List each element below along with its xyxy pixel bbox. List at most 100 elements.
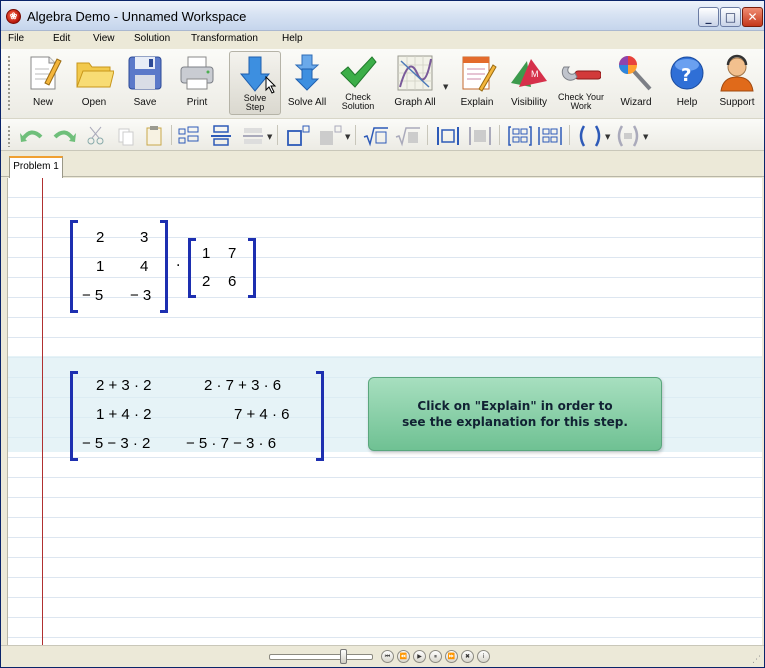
exponent-icon[interactable]: [285, 125, 311, 147]
matrix-a-cell: 1: [96, 258, 105, 275]
toolbar-grip[interactable]: [7, 55, 11, 111]
printer-icon: [180, 56, 214, 90]
solve-step-button[interactable]: Solve Step: [229, 51, 281, 115]
brackets-icon[interactable]: [615, 125, 641, 147]
visibility-button[interactable]: M Visibility: [504, 51, 554, 115]
open-label: Open: [81, 97, 107, 108]
first-step-icon[interactable]: ⏮: [381, 650, 394, 663]
step-matrix-cell: 7 + 4 · 6: [234, 406, 290, 423]
brackets-dropdown-icon[interactable]: ▼: [643, 133, 648, 141]
parentheses-dropdown-icon[interactable]: ▼: [605, 133, 610, 141]
info-icon[interactable]: i: [477, 650, 490, 663]
magic-wand-icon: [619, 56, 652, 91]
undo-icon[interactable]: [19, 125, 43, 147]
wizard-label: Wizard: [620, 97, 652, 108]
right-bracket: [160, 220, 168, 313]
solve-all-label: Solve All: [287, 97, 327, 108]
fast-forward-icon[interactable]: ⏩: [445, 650, 458, 663]
wizard-button[interactable]: Wizard: [613, 51, 659, 115]
transformation-toolbar: ▼ ▼ ▼ ▼: [1, 119, 764, 151]
play-icon[interactable]: ▶: [413, 650, 426, 663]
menu-transformation[interactable]: Transformation: [191, 33, 258, 44]
minimize-button[interactable]: _: [698, 7, 719, 27]
title-bar[interactable]: ❀ Algebra Demo - Unnamed Workspace _ □ ✕: [1, 1, 764, 31]
save-label: Save: [133, 97, 157, 108]
right-bracket: [248, 238, 256, 298]
redo-icon[interactable]: [53, 125, 77, 147]
graph-all-button[interactable]: Graph All: [389, 51, 441, 115]
matrix-icon[interactable]: [507, 125, 533, 147]
open-button[interactable]: Open: [71, 51, 117, 115]
support-button[interactable]: Support: [713, 51, 761, 115]
tab-strip: Problem 1: [1, 151, 764, 178]
matrix-a-cell: − 5: [82, 287, 104, 304]
fraction-icon[interactable]: [209, 125, 233, 147]
toolbar-separator: [499, 125, 500, 145]
matrix-b[interactable]: 1 7 2 6: [188, 238, 258, 298]
root-icon[interactable]: [363, 125, 389, 147]
copy-icon[interactable]: [115, 125, 137, 147]
resize-grip-icon[interactable]: ⋰: [752, 655, 761, 665]
tab-problem-1[interactable]: Problem 1: [9, 156, 63, 178]
matrix-b-cell: 2: [202, 273, 211, 290]
parentheses-icon[interactable]: [577, 125, 603, 147]
help-button[interactable]: ? Help: [665, 51, 709, 115]
step-slider-thumb[interactable]: [340, 649, 347, 664]
menu-bar: File Edit View Solution Transformation H…: [1, 31, 764, 49]
toolbar2-grip[interactable]: [7, 125, 11, 147]
fraction-dropdown-icon[interactable]: ▼: [267, 133, 272, 141]
matrix-a[interactable]: 2 3 1 4 − 5 − 3: [70, 220, 170, 315]
hint-line-2: see the explanation for this step.: [402, 415, 628, 429]
step-matrix[interactable]: 2 + 3 · 2 2 · 7 + 3 · 6 1 + 4 · 2 7 + 4 …: [70, 371, 328, 463]
rewind-icon[interactable]: ⏪: [397, 650, 410, 663]
stop-icon[interactable]: ✖: [461, 650, 474, 663]
math-workspace[interactable]: 2 3 1 4 − 5 − 3 · 1 7 2 6 2 + 3 · 2 2 · …: [7, 178, 762, 645]
solve-step-label: Solve Step: [243, 93, 267, 112]
step-slider-track[interactable]: [269, 654, 373, 660]
step-matrix-cell: − 5 · 7 − 3 · 6: [186, 435, 277, 452]
paste-icon[interactable]: [143, 125, 165, 147]
explain-label: Explain: [460, 97, 494, 108]
help-icon: ?: [670, 56, 704, 90]
maximize-button[interactable]: □: [720, 7, 741, 27]
step-matrix-cell: 2 + 3 · 2: [96, 377, 152, 394]
new-button[interactable]: New: [21, 51, 65, 115]
subscript-icon[interactable]: [317, 125, 343, 147]
check-solution-label: Check Solution: [341, 92, 375, 111]
new-label: New: [32, 97, 53, 108]
cut-icon[interactable]: [85, 125, 107, 147]
help-label: Help: [676, 97, 698, 108]
absolute-value-icon[interactable]: [435, 125, 461, 147]
menu-solution[interactable]: Solution: [134, 33, 170, 44]
solve-all-button[interactable]: Solve All: [283, 51, 331, 115]
menu-view[interactable]: View: [93, 33, 115, 44]
floppy-disk-icon: [128, 56, 162, 90]
insert-row-icon[interactable]: [177, 125, 201, 147]
wrench-icon: [561, 66, 601, 81]
main-toolbar: New Open Save Print Solve Step Solve All…: [1, 49, 764, 119]
menu-help[interactable]: Help: [282, 33, 303, 44]
print-button[interactable]: Print: [173, 51, 221, 115]
check-your-work-button[interactable]: Check Your Work: [557, 51, 605, 115]
mixed-fraction-icon[interactable]: [241, 125, 265, 147]
left-bracket: [188, 238, 196, 298]
folder-icon: [76, 62, 114, 88]
matrix-b-cell: 7: [228, 245, 237, 262]
exponent-dropdown-icon[interactable]: ▼: [345, 133, 350, 141]
graph-dropdown-icon[interactable]: ▼: [443, 83, 448, 91]
matrix-determinant-icon[interactable]: [537, 125, 563, 147]
visibility-icon: M: [511, 59, 547, 87]
menu-edit[interactable]: Edit: [53, 33, 70, 44]
check-your-work-label: Check Your Work: [557, 92, 605, 111]
nth-root-icon[interactable]: [395, 125, 421, 147]
multiply-operator: ·: [176, 258, 181, 274]
explain-hint-callout[interactable]: Click on "Explain" in order to see the e…: [368, 377, 662, 451]
check-solution-button[interactable]: Check Solution: [335, 51, 381, 115]
pause-icon[interactable]: ⏸: [429, 650, 442, 663]
explain-button[interactable]: Explain: [455, 51, 499, 115]
save-button[interactable]: Save: [123, 51, 167, 115]
support-person-icon: [720, 54, 754, 92]
determinant-icon[interactable]: [467, 125, 493, 147]
close-button[interactable]: ✕: [742, 7, 763, 27]
menu-file[interactable]: File: [8, 33, 24, 44]
